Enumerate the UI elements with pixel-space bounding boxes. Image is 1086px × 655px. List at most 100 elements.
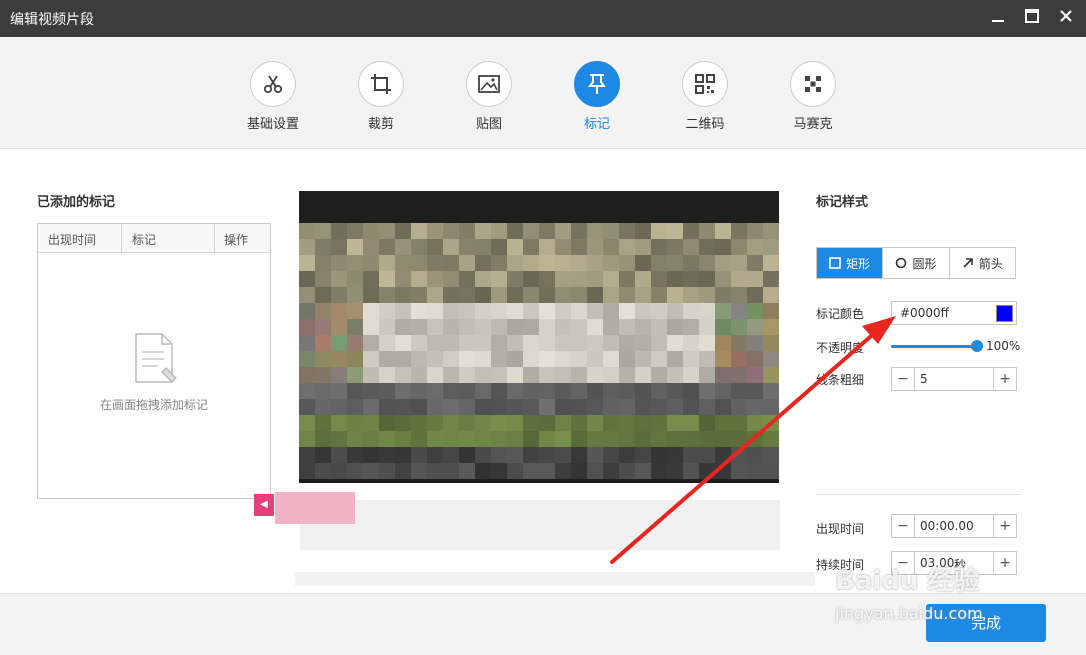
video-mosaic-cell: [411, 463, 427, 479]
video-mosaic-cell: [571, 223, 587, 239]
video-mosaic-cell: [299, 399, 315, 415]
video-mosaic-cell: [539, 303, 555, 319]
video-mosaic-cell: [347, 463, 363, 479]
video-mosaic-cell: [763, 255, 779, 271]
color-input[interactable]: #0000ff: [891, 301, 1017, 325]
video-mosaic-cell: [747, 447, 763, 463]
video-mosaic-cell: [699, 239, 715, 255]
tab-mosaic[interactable]: 马赛克: [777, 61, 849, 132]
video-mosaic-cell: [427, 367, 443, 383]
video-mosaic-cell: [459, 415, 475, 431]
video-mosaic-cell: [651, 255, 667, 271]
tab-label: 标记: [583, 117, 610, 132]
appear-time-value[interactable]: 00:00.00: [920, 519, 974, 533]
tab-mark[interactable]: 标记: [561, 61, 633, 132]
video-mosaic-cell: [347, 335, 363, 351]
video-mosaic-cell: [651, 399, 667, 415]
video-mosaic-cell: [475, 463, 491, 479]
video-mosaic-cell: [299, 255, 315, 271]
video-mosaic-cell: [763, 271, 779, 287]
line-width-decrease-button[interactable]: −: [892, 368, 915, 390]
video-mosaic-cell: [763, 431, 779, 447]
video-mosaic-cell: [763, 319, 779, 335]
video-mosaic-cell: [635, 271, 651, 287]
video-mosaic-cell: [475, 335, 491, 351]
appear-time-decrease-button[interactable]: −: [892, 515, 915, 537]
minimize-button[interactable]: [986, 6, 1010, 30]
tab-label: 马赛克: [793, 117, 833, 132]
timeline-track[interactable]: [300, 500, 780, 550]
video-mosaic-cell: [635, 351, 651, 367]
maximize-button[interactable]: [1020, 6, 1044, 30]
tab-qrcode[interactable]: 二维码: [669, 61, 741, 132]
video-mosaic-cell: [443, 463, 459, 479]
video-mosaic-cell: [331, 223, 347, 239]
video-mosaic-cell: [539, 383, 555, 399]
video-mosaic-cell: [539, 463, 555, 479]
shape-circle-option[interactable]: 圆形: [883, 248, 950, 278]
video-mosaic-cell: [363, 239, 379, 255]
video-mosaic-cell: [299, 367, 315, 383]
video-mosaic-cell: [555, 383, 571, 399]
video-mosaic-cell: [379, 351, 395, 367]
video-mosaic-cell: [299, 191, 315, 207]
video-mosaic-cell: [763, 367, 779, 383]
appear-time-increase-button[interactable]: +: [993, 515, 1016, 537]
video-mosaic-cell: [635, 207, 651, 223]
line-width-value[interactable]: 5: [920, 372, 928, 386]
shape-arrow-option[interactable]: 箭头: [950, 248, 1015, 278]
video-mosaic-cell: [507, 271, 523, 287]
video-mosaic-cell: [315, 399, 331, 415]
video-mosaic-cell: [763, 239, 779, 255]
color-swatch[interactable]: [996, 305, 1013, 322]
video-mosaic-cell: [299, 431, 315, 447]
video-mosaic-cell: [347, 191, 363, 207]
opacity-slider-track[interactable]: [891, 345, 977, 348]
video-mosaic-cell: [571, 271, 587, 287]
tab-sticker[interactable]: 贴图: [453, 61, 525, 132]
video-mosaic-cell: [555, 271, 571, 287]
panel-divider: [816, 494, 1020, 495]
video-mosaic-cell: [411, 383, 427, 399]
video-mosaic-cell: [651, 383, 667, 399]
video-mosaic-cell: [427, 223, 443, 239]
tab-basic-settings[interactable]: 基础设置: [237, 61, 309, 132]
close-button[interactable]: [1054, 6, 1078, 30]
video-mosaic-cell: [395, 351, 411, 367]
timeline-marker: [275, 492, 355, 524]
video-mosaic-cell: [443, 431, 459, 447]
video-mosaic-cell: [475, 223, 491, 239]
tab-icon-circle: [358, 61, 404, 107]
video-preview[interactable]: [299, 191, 779, 483]
video-mosaic-cell: [347, 399, 363, 415]
video-mosaic-cell: [507, 463, 523, 479]
video-mosaic-cell: [571, 319, 587, 335]
tab-crop[interactable]: 裁剪: [345, 61, 417, 132]
video-mosaic-cell: [763, 351, 779, 367]
video-mosaic-cell: [603, 287, 619, 303]
video-mosaic-cell: [587, 271, 603, 287]
timeline-start-handle[interactable]: ◀: [254, 494, 274, 516]
video-mosaic-cell: [763, 383, 779, 399]
video-mosaic-cell: [411, 351, 427, 367]
video-mosaic-cell: [427, 319, 443, 335]
shape-rect-option[interactable]: 矩形: [817, 248, 884, 278]
video-mosaic-cell: [411, 415, 427, 431]
line-width-increase-button[interactable]: +: [993, 368, 1016, 390]
video-mosaic-cell: [315, 303, 331, 319]
video-mosaic-cell: [539, 287, 555, 303]
opacity-slider-handle[interactable]: [971, 340, 983, 352]
video-mosaic-cell: [747, 239, 763, 255]
video-mosaic-cell: [347, 223, 363, 239]
duration-increase-button[interactable]: +: [993, 552, 1016, 574]
video-mosaic-cell: [539, 399, 555, 415]
video-mosaic-cell: [459, 191, 475, 207]
watermark-url: jingyan.baidu.com: [835, 604, 983, 623]
video-mosaic-cell: [555, 191, 571, 207]
video-mosaic-cell: [427, 383, 443, 399]
video-mosaic-cell: [299, 463, 315, 479]
tab-label: 二维码: [685, 117, 725, 132]
video-mosaic-cell: [459, 271, 475, 287]
color-value: #0000ff: [900, 306, 949, 320]
video-mosaic-cell: [395, 431, 411, 447]
